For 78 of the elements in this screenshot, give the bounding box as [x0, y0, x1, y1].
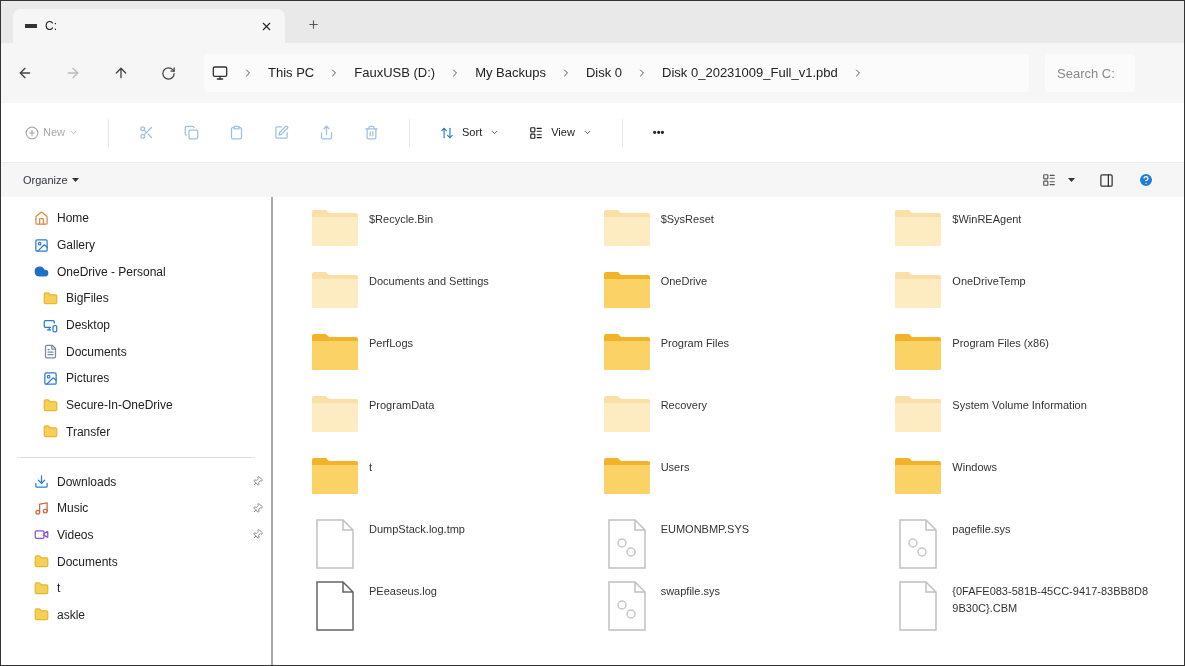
file-name[interactable]: OneDrive — [660, 271, 861, 290]
folder-icon — [43, 290, 58, 306]
file-name[interactable]: Documents and Settings — [369, 271, 569, 290]
download-icon — [34, 474, 49, 490]
help-icon[interactable] — [1138, 172, 1154, 188]
music-icon — [34, 500, 49, 516]
file-name[interactable]: OneDriveTemp — [952, 271, 1153, 290]
breadcrumb[interactable]: FauxUSB (D:) — [354, 63, 436, 83]
layout-icon[interactable] — [1042, 173, 1056, 187]
new-tab-icon[interactable] — [307, 18, 320, 31]
sidebar-item[interactable]: Music — [34, 499, 252, 518]
file-name[interactable]: Program Files — [660, 333, 861, 352]
plus-icon — [25, 125, 39, 140]
sidebar-item[interactable]: askle — [34, 605, 263, 624]
file-name[interactable]: DumpStack.log.tmp — [369, 519, 569, 538]
gallery-icon — [34, 237, 49, 253]
file-name[interactable]: Program Files (x86) — [952, 333, 1153, 352]
sidebar-item[interactable]: OneDrive - Personal — [34, 262, 263, 281]
view-button[interactable]: View — [529, 124, 592, 141]
file-name[interactable]: EUMONBMP.SYS — [660, 519, 861, 538]
refresh-icon[interactable] — [161, 65, 176, 81]
sidebar-item[interactable]: Transfer — [43, 422, 263, 441]
home-icon — [34, 210, 49, 226]
gallery-icon — [43, 370, 58, 386]
chevron-down-icon — [69, 128, 78, 137]
preview-pane-icon[interactable] — [1099, 172, 1114, 188]
organize-button[interactable]: Organize — [23, 171, 79, 189]
folder-icon — [34, 607, 49, 623]
sidebar-item[interactable]: Desktop — [43, 316, 263, 335]
file-name[interactable]: swapfile.sys — [660, 581, 861, 600]
chevron-down-icon — [582, 128, 592, 137]
sidebar-item[interactable]: Gallery — [34, 236, 263, 255]
breadcrumb[interactable]: Disk 0 — [585, 63, 623, 83]
file-name[interactable]: $Recycle.Bin — [369, 209, 569, 228]
cloud-icon — [34, 264, 49, 280]
up-icon[interactable] — [113, 65, 129, 81]
folder-icon — [43, 397, 58, 413]
file-name[interactable]: {0FAFE083-581B-45CC-9417-83BB8D89B30C}.CBM — [952, 581, 1153, 616]
file-name[interactable]: t — [369, 457, 569, 476]
documents-icon — [43, 344, 58, 360]
sidebar-item[interactable]: Documents — [43, 342, 263, 361]
file-name[interactable]: Users — [660, 457, 861, 476]
sidebar-item[interactable]: Pictures — [43, 369, 263, 388]
caret-icon — [71, 178, 79, 182]
file-name[interactable]: $WinREAgent — [952, 209, 1153, 228]
breadcrumb[interactable]: Disk 0_20231009_Full_v1.pbd — [662, 63, 838, 83]
sidebar-item[interactable]: BigFiles — [43, 289, 263, 308]
sidebar-item[interactable]: Videos — [34, 525, 252, 544]
file-name[interactable]: PerfLogs — [369, 333, 569, 352]
file-name[interactable]: Windows — [952, 457, 1153, 476]
file-name[interactable]: $SysReset — [660, 209, 861, 228]
folder-icon — [43, 424, 58, 440]
file-name[interactable]: PEeaseus.log — [369, 581, 569, 600]
more-button[interactable]: ••• — [652, 124, 665, 141]
sort-button[interactable]: Sort — [440, 124, 500, 141]
back-icon[interactable] — [17, 65, 33, 81]
sidebar-item[interactable]: Home — [34, 209, 263, 228]
view-icon — [529, 125, 544, 140]
folder-icon — [34, 554, 49, 570]
caret-icon[interactable] — [1068, 178, 1075, 182]
sort-icon — [440, 125, 454, 140]
sidebar-item[interactable]: Secure-In-OneDrive — [43, 396, 263, 415]
window-tab[interactable]: C: — [13, 9, 285, 43]
search-field[interactable]: Search C: — [1045, 54, 1135, 92]
sidebar-item[interactable]: Documents — [34, 552, 263, 571]
folder-icon — [34, 580, 49, 596]
sidebar-item[interactable]: Downloads — [34, 472, 252, 491]
sidebar-item[interactable]: t — [34, 579, 263, 598]
computer-icon — [212, 65, 228, 81]
address-bar[interactable]: This PC FauxUSB (D:) My Backups Disk 0 Disk 0_20231009_Full_v1.pbd — [204, 54, 1029, 92]
breadcrumb[interactable]: This PC — [268, 63, 315, 83]
file-name[interactable]: pagefile.sys — [952, 519, 1153, 538]
chevron-down-icon — [490, 128, 500, 137]
desktop-icon — [43, 317, 58, 333]
breadcrumb[interactable]: My Backups — [475, 63, 546, 83]
file-name[interactable]: ProgramData — [369, 395, 569, 414]
file-name[interactable]: System Volume Information — [952, 395, 1153, 414]
file-name[interactable]: Recovery — [660, 395, 861, 414]
